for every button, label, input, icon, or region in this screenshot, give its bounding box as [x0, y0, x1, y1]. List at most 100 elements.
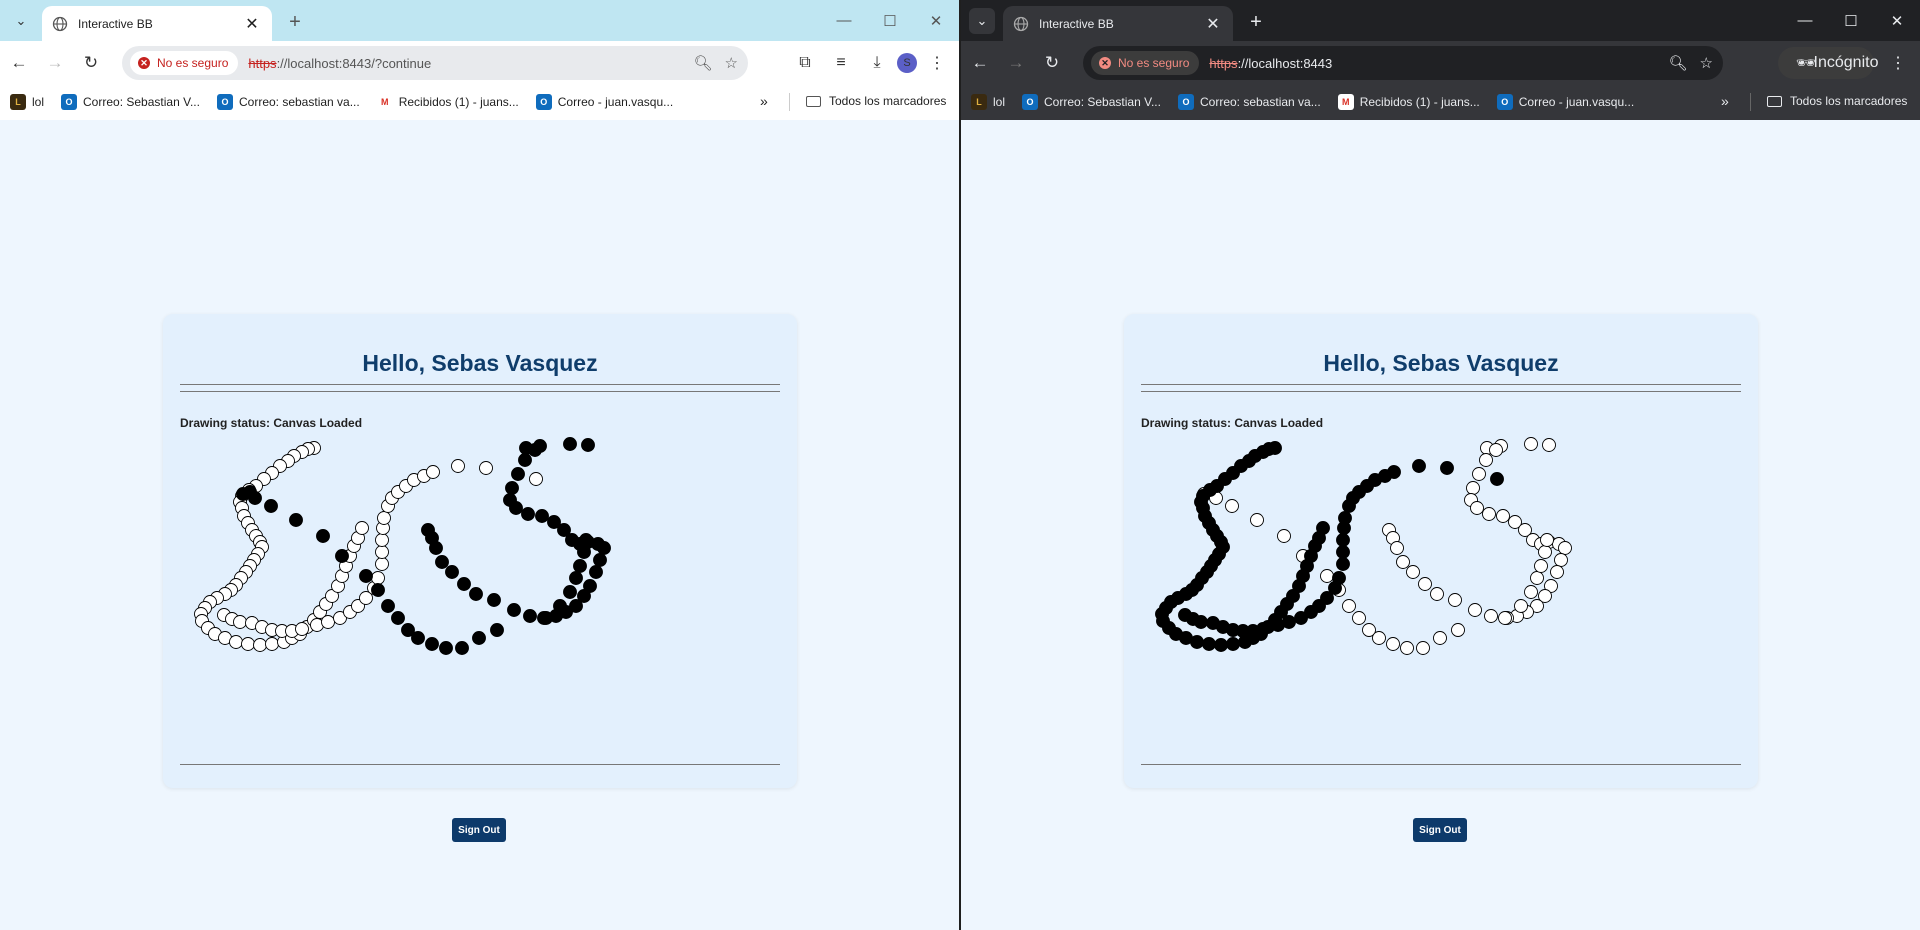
tab-active[interactable]: Interactive BB ✕ [42, 6, 272, 41]
download-icon[interactable]: ⤓ [861, 47, 893, 79]
globe-icon [1013, 16, 1029, 31]
reload-icon[interactable]: ↻ [74, 46, 108, 80]
bookmark-outlook-1[interactable]: O Correo: Sebastian V... [1022, 94, 1161, 110]
menu-kebab-icon[interactable]: ⋮ [921, 47, 953, 79]
maximize-icon[interactable]: ☐ [867, 0, 913, 41]
black-dot [1202, 637, 1216, 651]
bookmark-lol[interactable]: Llol [10, 94, 44, 110]
drawing-canvas[interactable] [180, 434, 780, 734]
outlook-icon: O [1022, 94, 1039, 110]
minimize-icon[interactable]: — [1782, 0, 1828, 41]
drawing-status: Drawing status: Canvas Loaded [1141, 416, 1324, 430]
white-dot [1479, 453, 1493, 467]
url-text[interactable]: https://localhost:8443/?continue [248, 56, 431, 71]
omnibox-icons: 🔍︎ ☆ [1669, 46, 1714, 80]
tab-search-chevron-icon[interactable]: ⌄ [8, 8, 34, 34]
white-dot [1470, 501, 1484, 515]
bookmark-gmail[interactable]: M Recibidos (1) - juans... [1337, 94, 1480, 110]
incognito-label: Incógnito [1813, 54, 1879, 71]
black-dot [1336, 533, 1350, 547]
address-bar[interactable]: ✕ No es seguro https://localhost:8443 🔍︎… [1083, 46, 1723, 80]
new-tab-plus-icon[interactable]: + [1243, 9, 1269, 35]
black-dot [439, 641, 453, 655]
sign-out-button[interactable]: Sign Out [1413, 818, 1467, 842]
black-dot [563, 585, 577, 599]
toolbar-right: 🕶︎ Incógnito ⋮ [1778, 46, 1914, 80]
tab-search-chevron-icon[interactable]: ⌄ [969, 8, 995, 34]
zoom-icon[interactable]: 🔍︎ [694, 54, 713, 72]
white-dot [426, 465, 440, 479]
menu-kebab-icon[interactable]: ⋮ [1882, 47, 1914, 79]
extensions-icon[interactable]: ⧉ [789, 47, 821, 79]
black-dot [1282, 615, 1296, 629]
url-text[interactable]: https://localhost:8443 [1209, 56, 1332, 71]
address-bar[interactable]: ✕ No es seguro https://localhost:8443/?c… [122, 46, 748, 80]
page-content: Hello, Sebas Vasquez Drawing status: Can… [0, 120, 959, 930]
lol-icon: L [971, 94, 987, 110]
maximize-icon[interactable]: ☐ [1828, 0, 1874, 41]
more-bookmarks-chevron-icon[interactable]: » [760, 93, 768, 109]
white-dot [1554, 553, 1568, 567]
white-dot [1524, 585, 1538, 599]
security-chip[interactable]: ✕ No es seguro [130, 51, 239, 75]
back-arrow-icon[interactable]: ← [2, 46, 36, 80]
white-dot [375, 545, 389, 559]
close-window-icon[interactable]: ✕ [913, 0, 959, 41]
more-bookmarks-chevron-icon[interactable]: » [1721, 93, 1729, 109]
bookmarks-bar: Llol O Correo: Sebastian V... O Correo: se… [961, 84, 1920, 120]
bookmark-outlook-3[interactable]: O Correo - juan.vasqu... [1496, 94, 1634, 110]
bookmark-star-icon[interactable]: ☆ [725, 54, 738, 72]
black-dot [1332, 571, 1346, 585]
new-tab-plus-icon[interactable]: + [282, 9, 308, 35]
sign-out-button[interactable]: Sign Out [452, 818, 506, 842]
zoom-icon[interactable]: 🔍︎ [1669, 54, 1688, 72]
white-dot [375, 557, 389, 571]
white-dot [1390, 541, 1404, 555]
black-dot [411, 631, 425, 645]
white-dot [355, 521, 369, 535]
avatar[interactable]: S [897, 53, 917, 73]
incognito-badge[interactable]: 🕶︎ Incógnito [1778, 47, 1879, 79]
white-dot [1250, 513, 1264, 527]
tab-close-icon[interactable]: ✕ [242, 14, 262, 34]
minimize-icon[interactable]: — [821, 0, 867, 41]
outlook-icon: O [535, 94, 552, 110]
black-dot [1256, 622, 1270, 636]
divider [180, 384, 780, 385]
forward-arrow-icon[interactable]: → [999, 46, 1033, 80]
bookmark-label: Correo: Sebastian V... [1044, 95, 1161, 109]
media-icon[interactable]: ≡ [825, 47, 857, 79]
forward-arrow-icon[interactable]: → [38, 46, 72, 80]
black-dot [509, 501, 523, 515]
all-bookmarks[interactable]: Todos los marcadores [806, 94, 946, 108]
black-dot [429, 541, 443, 555]
back-arrow-icon[interactable]: ← [963, 46, 997, 80]
security-chip[interactable]: ✕ No es seguro [1091, 51, 1200, 75]
bookmark-lol[interactable]: Llol [971, 94, 1005, 110]
white-dot [451, 459, 465, 473]
bookmark-outlook-1[interactable]: O Correo: Sebastian V... [61, 94, 200, 110]
reload-icon[interactable]: ↻ [1035, 46, 1069, 80]
bookmark-gmail[interactable]: M Recibidos (1) - juans... [376, 94, 519, 110]
outlook-icon: O [61, 94, 78, 110]
black-dot [425, 637, 439, 651]
toolbar: ← → ↻ ✕ No es seguro https://localhost:8… [0, 41, 959, 84]
all-bookmarks[interactable]: Todos los marcadores [1767, 94, 1907, 108]
browser-window-left: ⌄ Interactive BB ✕ + — ☐ ✕ ← → ↻ ✕ No es… [0, 0, 959, 930]
black-dot [1226, 637, 1240, 651]
bookmark-star-icon[interactable]: ☆ [1700, 54, 1713, 72]
bookmark-outlook-3[interactable]: O Correo - juan.vasqu... [535, 94, 673, 110]
black-dot [472, 631, 486, 645]
tab-close-icon[interactable]: ✕ [1203, 14, 1223, 34]
close-window-icon[interactable]: ✕ [1874, 0, 1920, 41]
white-dot [1372, 631, 1386, 645]
main-card: Hello, Sebas Vasquez Drawing status: Can… [1124, 314, 1758, 788]
black-dot [371, 583, 385, 597]
drawing-canvas[interactable] [1141, 434, 1741, 734]
tab-strip: ⌄ Interactive BB ✕ + — ☐ ✕ [0, 0, 959, 41]
bookmark-outlook-2[interactable]: O Correo: sebastian va... [1177, 94, 1321, 110]
white-dot [241, 637, 255, 651]
bookmark-outlook-2[interactable]: O Correo: sebastian va... [216, 94, 360, 110]
tab-active[interactable]: Interactive BB ✕ [1003, 6, 1233, 41]
black-dot [248, 491, 262, 505]
